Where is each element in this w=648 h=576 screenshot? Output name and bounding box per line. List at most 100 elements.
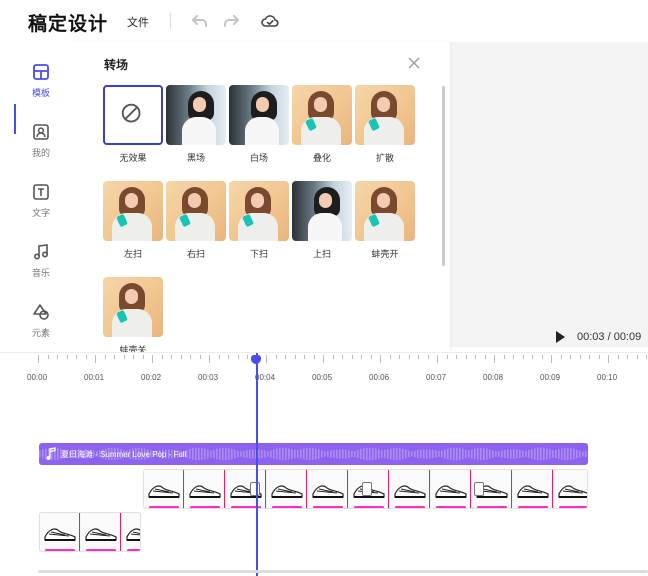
ruler-minor-tick bbox=[266, 355, 267, 359]
clip-frame bbox=[554, 470, 587, 508]
transition-marker[interactable] bbox=[362, 482, 372, 496]
transition-marker[interactable] bbox=[250, 482, 260, 496]
clip-accent bbox=[45, 549, 75, 551]
toolbar-divider bbox=[170, 13, 171, 29]
sneaker-icon bbox=[558, 485, 587, 498]
transition-label: 叠化 bbox=[312, 154, 331, 164]
ruler-label: 00:10 bbox=[597, 373, 618, 382]
ruler-label: 00:07 bbox=[426, 373, 447, 382]
transition-sweep-right[interactable]: 右扫 bbox=[166, 181, 226, 260]
video-clip-track[interactable] bbox=[39, 512, 141, 552]
ruler-minor-tick bbox=[361, 355, 362, 359]
canvas-preview-area[interactable] bbox=[450, 42, 648, 347]
ruler-minor-tick bbox=[95, 355, 96, 359]
ruler-minor-tick bbox=[456, 355, 457, 359]
clip-frame bbox=[185, 470, 225, 508]
sneaker-icon bbox=[435, 485, 467, 498]
transition-spread[interactable]: 扩散 bbox=[355, 85, 415, 164]
ruler-minor-tick bbox=[513, 355, 514, 359]
clip-accent bbox=[86, 549, 116, 551]
ruler-minor-tick bbox=[219, 355, 220, 359]
redo-icon[interactable] bbox=[221, 11, 241, 31]
panel-title: 转场 bbox=[104, 58, 129, 72]
ruler-minor-tick bbox=[380, 355, 381, 359]
ruler-minor-tick bbox=[314, 355, 315, 359]
transition-thumb bbox=[355, 181, 415, 241]
transition-shell-open[interactable]: 蚌壳开 bbox=[355, 181, 415, 260]
ruler-minor-tick bbox=[447, 355, 448, 359]
ruler-minor-tick bbox=[304, 355, 305, 359]
clip-accent bbox=[127, 549, 140, 551]
ruler-minor-tick bbox=[276, 355, 277, 359]
ruler-minor-tick bbox=[162, 355, 163, 359]
ruler-minor-tick bbox=[570, 355, 571, 359]
transition-label: 扩散 bbox=[375, 154, 394, 164]
panel-scrollbar[interactable] bbox=[442, 86, 445, 266]
ruler-minor-tick bbox=[637, 355, 638, 359]
ruler-label: 00:06 bbox=[369, 373, 390, 382]
file-menu[interactable]: 文件 bbox=[127, 14, 149, 30]
sidebar-item-elements[interactable]: 元素 bbox=[14, 302, 68, 348]
ruler-minor-tick bbox=[627, 355, 628, 359]
ruler-minor-tick bbox=[646, 355, 647, 359]
ruler-label: 00:02 bbox=[141, 373, 162, 382]
clip-accent bbox=[354, 506, 384, 508]
clip-accent bbox=[272, 506, 302, 508]
transition-thumb bbox=[166, 85, 226, 145]
my-files-icon bbox=[33, 124, 49, 140]
undo-icon[interactable] bbox=[190, 11, 210, 31]
sidebar-item-template[interactable]: 模板 bbox=[14, 62, 68, 108]
sidebar-item-music[interactable]: 音乐 bbox=[14, 242, 68, 288]
sneaker-icon bbox=[271, 485, 303, 498]
transition-sweep-down[interactable]: 下扫 bbox=[229, 181, 289, 260]
ruler-label: 00:05 bbox=[312, 373, 333, 382]
close-icon[interactable] bbox=[407, 56, 421, 70]
clip-frame bbox=[431, 470, 471, 508]
ruler-minor-tick bbox=[228, 355, 229, 359]
clip-accent bbox=[149, 506, 179, 508]
ruler-minor-tick bbox=[209, 355, 210, 359]
transition-marker[interactable] bbox=[474, 482, 484, 496]
audio-track[interactable]: 夏日海滩 - Summer Love Pop - Full bbox=[39, 443, 588, 465]
transition-dissolve[interactable]: 叠化 bbox=[292, 85, 352, 164]
transition-thumb bbox=[355, 85, 415, 145]
ruler-minor-tick bbox=[523, 355, 524, 359]
transition-shell-close[interactable]: 蚌壳关 bbox=[103, 277, 163, 356]
ruler-label: 00:09 bbox=[540, 373, 561, 382]
transition-white[interactable]: 白场 bbox=[229, 85, 289, 164]
clip-accent bbox=[313, 506, 343, 508]
sidebar-item-label: 模板 bbox=[31, 89, 50, 99]
clip-accent bbox=[477, 506, 507, 508]
clip-accent bbox=[436, 506, 466, 508]
cloud-save-icon[interactable] bbox=[260, 11, 280, 31]
transition-thumb bbox=[229, 85, 289, 145]
ruler-minor-tick bbox=[551, 355, 552, 359]
transition-sweep-up[interactable]: 上扫 bbox=[292, 181, 352, 260]
ruler-minor-tick bbox=[133, 355, 134, 359]
template-icon bbox=[33, 64, 49, 80]
ruler-label: 00:00 bbox=[27, 373, 48, 382]
sneaker-icon bbox=[312, 485, 344, 498]
transition-label: 黑场 bbox=[186, 154, 205, 164]
music-icon bbox=[33, 244, 49, 260]
timeline[interactable]: 00:00 00:01 00:02 00:03 00:04 00:05 00:06 00:07… bbox=[0, 352, 648, 576]
sneaker-icon bbox=[44, 528, 76, 541]
ruler-label: 00:01 bbox=[84, 373, 105, 382]
sneaker-icon bbox=[517, 485, 549, 498]
ruler-minor-tick bbox=[618, 355, 619, 359]
sidebar-item-text[interactable]: 文字 bbox=[14, 182, 68, 228]
sidebar-item-label: 元素 bbox=[31, 329, 50, 339]
playhead[interactable] bbox=[256, 353, 258, 576]
ruler-minor-tick bbox=[48, 355, 49, 359]
play-icon[interactable] bbox=[553, 330, 567, 344]
playhead-handle[interactable] bbox=[251, 355, 261, 364]
transition-sweep-left[interactable]: 左扫 bbox=[103, 181, 163, 260]
app-logo[interactable]: 稿定设计 bbox=[28, 9, 108, 36]
left-sidebar: 模板 我的 文字 音乐 元素 bbox=[0, 42, 70, 347]
sidebar-item-my[interactable]: 我的 bbox=[14, 122, 68, 168]
transition-black[interactable]: 黑场 bbox=[166, 85, 226, 164]
ruler-minor-tick bbox=[485, 355, 486, 359]
timeline-scrollbar[interactable] bbox=[38, 570, 648, 573]
transition-none[interactable]: 无效果 bbox=[103, 85, 163, 164]
ruler-minor-tick bbox=[57, 355, 58, 359]
